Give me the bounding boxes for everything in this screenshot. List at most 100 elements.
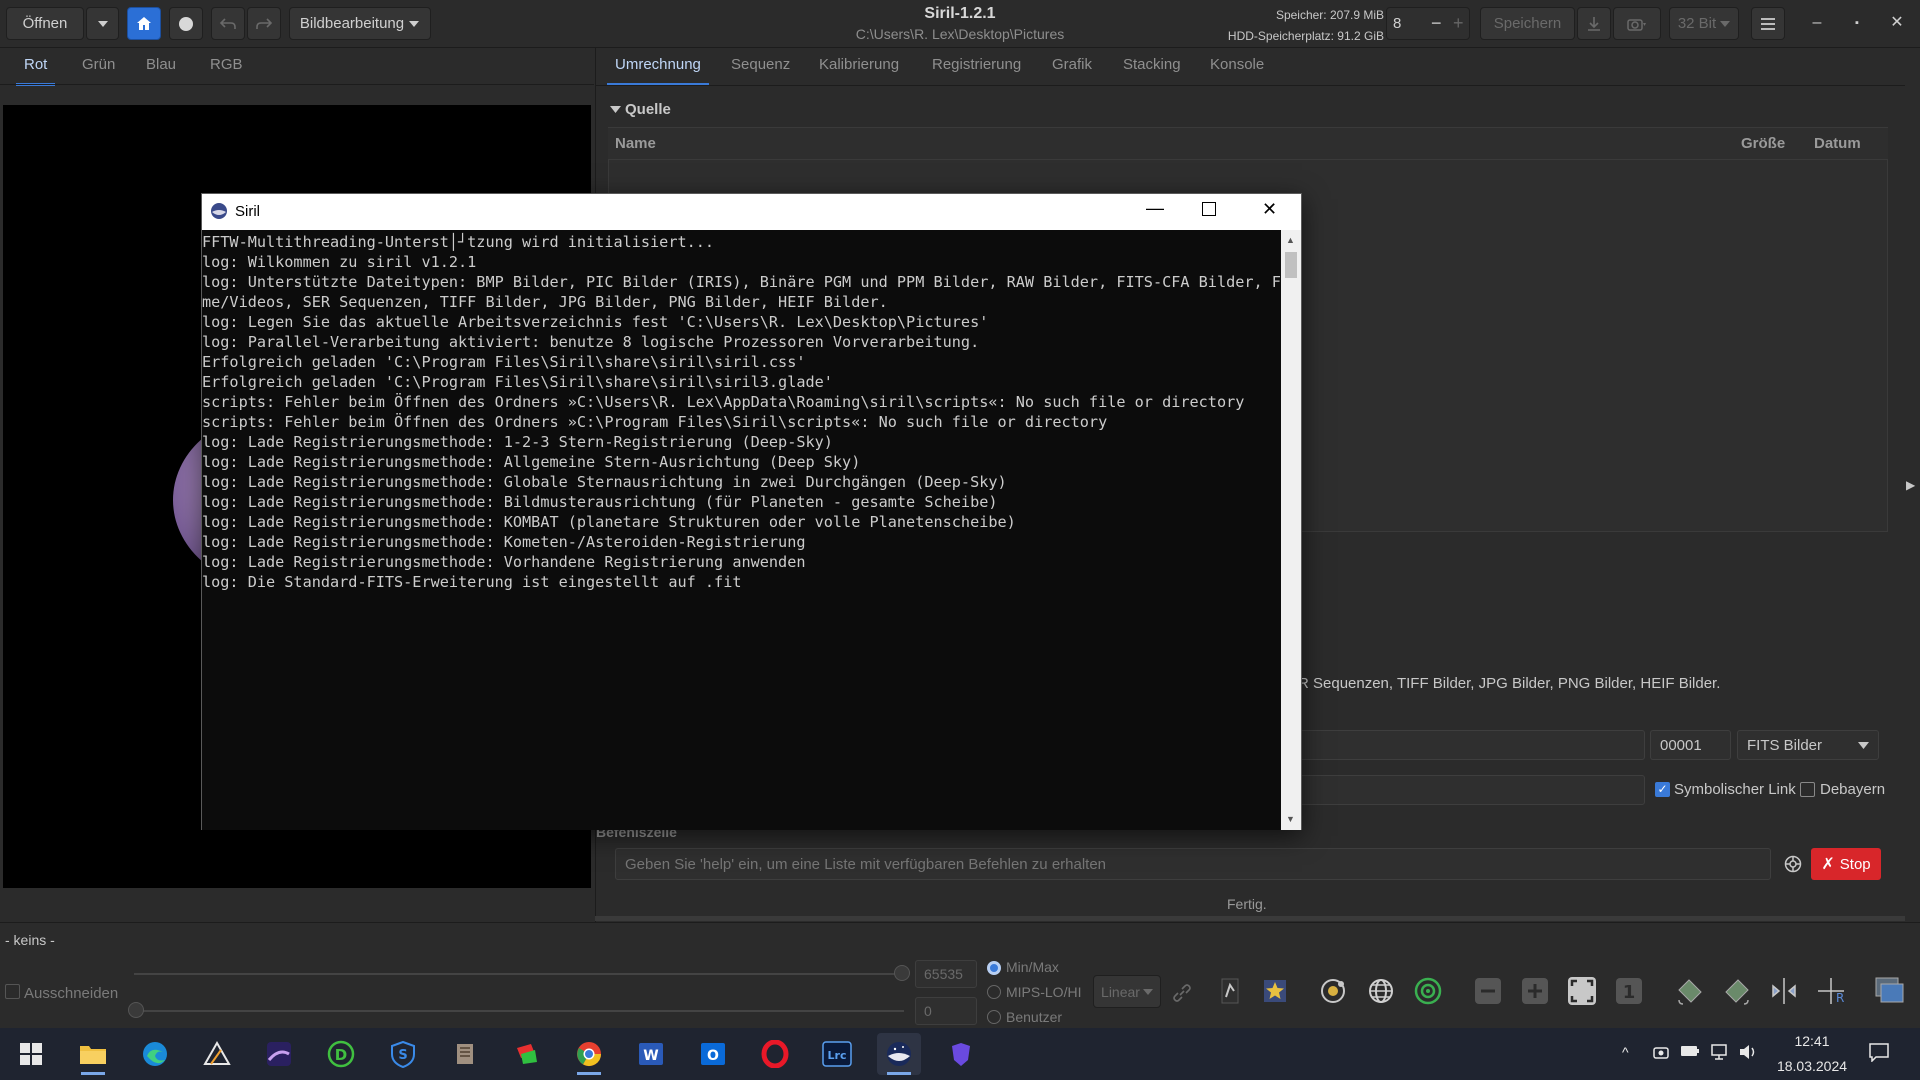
proton-button[interactable] [939, 1033, 983, 1075]
console-close-button[interactable]: ✕ [1262, 199, 1277, 220]
camera-tray-icon[interactable] [1652, 1043, 1670, 1066]
tab-sequence[interactable]: Sequenz [731, 56, 790, 84]
home-button[interactable] [127, 7, 161, 40]
console-scrollbar[interactable]: ▲ ▼ [1281, 230, 1301, 830]
threads-spinner[interactable]: 8 − + [1386, 7, 1470, 40]
tab-console[interactable]: Konsole [1210, 56, 1264, 84]
max-slider-handle[interactable] [894, 965, 910, 981]
link-channels-button[interactable] [1164, 975, 1200, 1011]
recent-files-dropdown[interactable] [86, 7, 119, 40]
open-button[interactable]: Öffnen [6, 7, 84, 40]
color-stretch-button[interactable] [1257, 973, 1293, 1009]
min-slider-handle[interactable] [128, 1002, 144, 1018]
outlook-button[interactable]: O [691, 1033, 735, 1075]
notifications-button[interactable] [1868, 1042, 1890, 1067]
script-help-button[interactable] [1777, 848, 1809, 880]
clock-date[interactable]: 18.03.2024 [1772, 1058, 1852, 1074]
max-value-field[interactable]: 65535 [915, 960, 977, 988]
mirror-y-button[interactable]: R [1813, 973, 1849, 1009]
tool-app-button[interactable] [443, 1033, 487, 1075]
console-window[interactable]: Siril — ✕ FFTW-Multithreading-Unterst│┘t… [201, 193, 1302, 830]
rotate-left-button[interactable] [1672, 973, 1708, 1009]
battery-tray-icon[interactable] [1680, 1044, 1700, 1063]
redo-button[interactable] [247, 7, 281, 40]
scroll-down-icon[interactable]: ▼ [1286, 814, 1295, 824]
network-tray-icon[interactable] [1710, 1043, 1730, 1066]
clock-time[interactable]: 12:41 [1772, 1033, 1852, 1049]
zoom-fit-button[interactable] [1564, 973, 1600, 1009]
tab-conversion[interactable]: Umrechnung [607, 56, 709, 86]
start-button[interactable] [9, 1033, 53, 1075]
chrome-button[interactable] [567, 1033, 611, 1075]
zoom-one-button[interactable]: 1 [1611, 973, 1647, 1009]
image-info-button[interactable] [1872, 973, 1908, 1009]
minmax-radio[interactable] [987, 961, 1001, 975]
livestack-button[interactable] [169, 7, 203, 40]
source-section-header[interactable]: Quelle [610, 101, 671, 118]
tab-calibration[interactable]: Kalibrierung [819, 56, 899, 84]
collapse-panel-arrow[interactable]: ▶ [1906, 478, 1915, 492]
tab-plot[interactable]: Grafik [1052, 56, 1092, 84]
tab-stacking[interactable]: Stacking [1123, 56, 1181, 84]
zoom-in-button[interactable] [1517, 973, 1553, 1009]
save-button[interactable]: Speichern [1480, 7, 1575, 40]
close-window-button[interactable]: ✕ [1882, 10, 1912, 36]
plus-icon[interactable]: + [1453, 13, 1464, 34]
edge-button[interactable] [133, 1033, 177, 1075]
s-app-button[interactable]: S [381, 1033, 425, 1075]
crop-checkbox[interactable] [5, 984, 20, 999]
astrometry-button[interactable] [1363, 973, 1399, 1009]
user-radio[interactable] [987, 1010, 1001, 1024]
mirror-x-button[interactable] [1766, 973, 1802, 1009]
snapshot-button[interactable] [1613, 7, 1661, 40]
scale-select[interactable]: Linear [1093, 975, 1161, 1008]
console-maximize-button[interactable] [1202, 202, 1216, 216]
console-minimize-button[interactable]: — [1146, 198, 1164, 219]
siril-button[interactable] [877, 1033, 921, 1075]
debayer-checkbox[interactable] [1800, 782, 1815, 797]
lightroom-button[interactable]: Lrc [815, 1033, 859, 1075]
tab-red[interactable]: Rot [15, 56, 56, 86]
astro-app-button[interactable] [257, 1033, 301, 1075]
file-explorer-button[interactable] [71, 1033, 115, 1075]
main-menu-button[interactable] [1751, 7, 1785, 40]
tab-blue[interactable]: Blau [146, 56, 176, 84]
minimize-window-button[interactable]: – [1802, 10, 1832, 36]
volume-tray-icon[interactable] [1738, 1043, 1758, 1066]
command-input[interactable] [615, 848, 1771, 880]
min-slider-track[interactable] [134, 1010, 904, 1012]
stop-button[interactable]: ✗ Stop [1811, 848, 1881, 880]
bit-depth-selector[interactable]: 32 Bit [1669, 7, 1739, 40]
min-value-field[interactable]: 0 [915, 997, 977, 1025]
affinity-button[interactable] [195, 1033, 239, 1075]
annotate-button[interactable] [1410, 973, 1446, 1009]
destination-field[interactable] [1290, 775, 1645, 805]
word-button[interactable]: W [629, 1033, 673, 1075]
d-app-button[interactable]: D [319, 1033, 363, 1075]
undo-button[interactable] [211, 7, 245, 40]
tab-rgb[interactable]: RGB [210, 56, 243, 84]
output-format-select[interactable]: FITS Bilder [1737, 730, 1879, 760]
column-date[interactable]: Datum [1814, 135, 1861, 152]
scrollbar-thumb[interactable] [1285, 252, 1297, 278]
scroll-up-icon[interactable]: ▲ [1286, 235, 1295, 245]
tab-green[interactable]: Grün [82, 56, 115, 84]
save-as-button[interactable] [1577, 7, 1611, 40]
photo-app-button[interactable] [505, 1033, 549, 1075]
console-output[interactable]: FFTW-Multithreading-Unterst│┘tzung wird … [202, 230, 1282, 830]
max-slider-track[interactable] [134, 973, 904, 975]
output-name-field[interactable] [1290, 730, 1645, 760]
mips-radio[interactable] [987, 985, 1001, 999]
auto-stretch-button[interactable] [1213, 973, 1249, 1009]
photometry-button[interactable] [1315, 973, 1351, 1009]
column-size[interactable]: Größe [1741, 135, 1785, 152]
column-name[interactable]: Name [615, 135, 656, 152]
image-processing-menu[interactable]: Bildbearbeitung [289, 7, 431, 40]
zoom-out-button[interactable] [1470, 973, 1506, 1009]
maximize-window-button[interactable]: ▪ [1842, 10, 1872, 36]
minus-icon[interactable]: − [1431, 13, 1442, 34]
rotate-right-button[interactable] [1719, 973, 1755, 1009]
tab-registration[interactable]: Registrierung [932, 56, 1021, 84]
start-index-field[interactable]: 00001 [1650, 730, 1731, 760]
console-titlebar[interactable]: Siril — ✕ [202, 194, 1301, 230]
